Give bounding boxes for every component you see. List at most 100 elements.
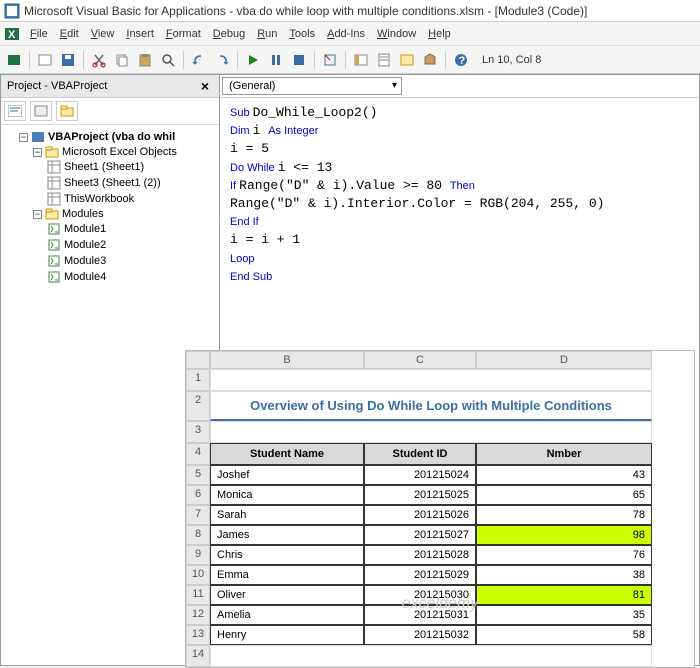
cell-name[interactable]: Henry: [210, 625, 364, 645]
help-button[interactable]: ?: [451, 50, 471, 70]
cell-name[interactable]: Emma: [210, 565, 364, 585]
tree-module-item[interactable]: Module1: [5, 221, 215, 237]
cell-name[interactable]: Oliver: [210, 585, 364, 605]
menu-file[interactable]: File: [24, 26, 54, 42]
row-header[interactable]: 9: [186, 545, 210, 565]
row-header[interactable]: 2: [186, 391, 210, 421]
tree-module-item[interactable]: Module3: [5, 253, 215, 269]
view-code-button[interactable]: [4, 101, 26, 121]
design-mode-button[interactable]: [320, 50, 340, 70]
row-header[interactable]: 11: [186, 585, 210, 605]
pause-button[interactable]: [266, 50, 286, 70]
properties-button[interactable]: [374, 50, 394, 70]
menu-edit[interactable]: Edit: [54, 26, 85, 42]
object-dropdown[interactable]: (General): [222, 77, 402, 95]
cell-id[interactable]: 201215024: [364, 465, 476, 485]
row-header[interactable]: 7: [186, 505, 210, 525]
cell-number[interactable]: 98: [476, 525, 652, 545]
cell-id[interactable]: 201215031: [364, 605, 476, 625]
corner-cell[interactable]: [186, 351, 210, 369]
paste-button[interactable]: [135, 50, 155, 70]
menu-format[interactable]: Format: [160, 26, 207, 42]
toolbar: ? Ln 10, Col 8: [0, 46, 700, 74]
cell-name[interactable]: James: [210, 525, 364, 545]
cell-number[interactable]: 81: [476, 585, 652, 605]
view-excel-button[interactable]: [4, 50, 24, 70]
menu-tools[interactable]: Tools: [283, 26, 321, 42]
cell-id[interactable]: 201215030: [364, 585, 476, 605]
menu-debug[interactable]: Debug: [207, 26, 251, 42]
cell-name[interactable]: Joshef: [210, 465, 364, 485]
menu-help[interactable]: Help: [422, 26, 457, 42]
cell-name[interactable]: Chris: [210, 545, 364, 565]
cell-name[interactable]: Amelia: [210, 605, 364, 625]
menu-insert[interactable]: Insert: [120, 26, 160, 42]
insert-button[interactable]: [35, 50, 55, 70]
cell-name[interactable]: Monica: [210, 485, 364, 505]
cell[interactable]: [210, 421, 652, 443]
row-header[interactable]: 3: [186, 421, 210, 443]
close-icon[interactable]: ×: [197, 78, 213, 94]
cell-number[interactable]: 38: [476, 565, 652, 585]
col-header[interactable]: B: [210, 351, 364, 369]
row-header[interactable]: 14: [186, 645, 210, 667]
cell-id[interactable]: 201215027: [364, 525, 476, 545]
tree-sheet-item[interactable]: Sheet1 (Sheet1): [5, 159, 215, 175]
cell-number[interactable]: 43: [476, 465, 652, 485]
cut-button[interactable]: [89, 50, 109, 70]
tree-module-item[interactable]: Module2: [5, 237, 215, 253]
excel-icon[interactable]: X: [4, 26, 22, 42]
save-button[interactable]: [58, 50, 78, 70]
col-header[interactable]: D: [476, 351, 652, 369]
toggle-folders-button[interactable]: [56, 101, 78, 121]
toolbox-button[interactable]: [420, 50, 440, 70]
row-header[interactable]: 5: [186, 465, 210, 485]
cell-id[interactable]: 201215025: [364, 485, 476, 505]
tree-sheet-item[interactable]: ThisWorkbook: [5, 191, 215, 207]
cell-id[interactable]: 201215026: [364, 505, 476, 525]
row-header[interactable]: 1: [186, 369, 210, 391]
cell-name[interactable]: Sarah: [210, 505, 364, 525]
copy-button[interactable]: [112, 50, 132, 70]
row-header[interactable]: 6: [186, 485, 210, 505]
row-header[interactable]: 13: [186, 625, 210, 645]
row-header[interactable]: 4: [186, 443, 210, 465]
tree-root[interactable]: − VBAProject (vba do whil: [5, 129, 215, 145]
tree-folder-objects[interactable]: − Microsoft Excel Objects: [5, 145, 215, 159]
collapse-icon[interactable]: −: [33, 210, 42, 219]
collapse-icon[interactable]: −: [33, 148, 42, 157]
collapse-icon[interactable]: −: [19, 133, 28, 142]
cell-number[interactable]: 78: [476, 505, 652, 525]
menu-run[interactable]: Run: [251, 26, 283, 42]
project-explorer-button[interactable]: [351, 50, 371, 70]
cell[interactable]: [210, 369, 652, 391]
cell-id[interactable]: 201215029: [364, 565, 476, 585]
cell-number[interactable]: 35: [476, 605, 652, 625]
menu-add-ins[interactable]: Add-Ins: [321, 26, 371, 42]
app-icon: [4, 3, 20, 19]
cell-id[interactable]: 201215028: [364, 545, 476, 565]
object-browser-button[interactable]: [397, 50, 417, 70]
tree-sheet-item[interactable]: Sheet3 (Sheet1 (2)): [5, 175, 215, 191]
row-header[interactable]: 8: [186, 525, 210, 545]
code-editor[interactable]: Sub Do_While_Loop2() Dim i As Integer i …: [220, 98, 699, 292]
row-header[interactable]: 10: [186, 565, 210, 585]
worksheet-overlay: BCD12Overview of Using Do While Loop wit…: [185, 350, 695, 668]
menu-window[interactable]: Window: [371, 26, 422, 42]
undo-button[interactable]: [189, 50, 209, 70]
cell-number[interactable]: 76: [476, 545, 652, 565]
tree-module-item[interactable]: Module4: [5, 269, 215, 285]
tree-folder-modules[interactable]: − Modules: [5, 207, 215, 221]
cell-number[interactable]: 65: [476, 485, 652, 505]
row-header[interactable]: 12: [186, 605, 210, 625]
col-header[interactable]: C: [364, 351, 476, 369]
cell-number[interactable]: 58: [476, 625, 652, 645]
cell[interactable]: [210, 645, 652, 667]
cell-id[interactable]: 201215032: [364, 625, 476, 645]
run-button[interactable]: [243, 50, 263, 70]
view-object-button[interactable]: [30, 101, 52, 121]
menu-view[interactable]: View: [85, 26, 121, 42]
redo-button[interactable]: [212, 50, 232, 70]
stop-button[interactable]: [289, 50, 309, 70]
find-button[interactable]: [158, 50, 178, 70]
